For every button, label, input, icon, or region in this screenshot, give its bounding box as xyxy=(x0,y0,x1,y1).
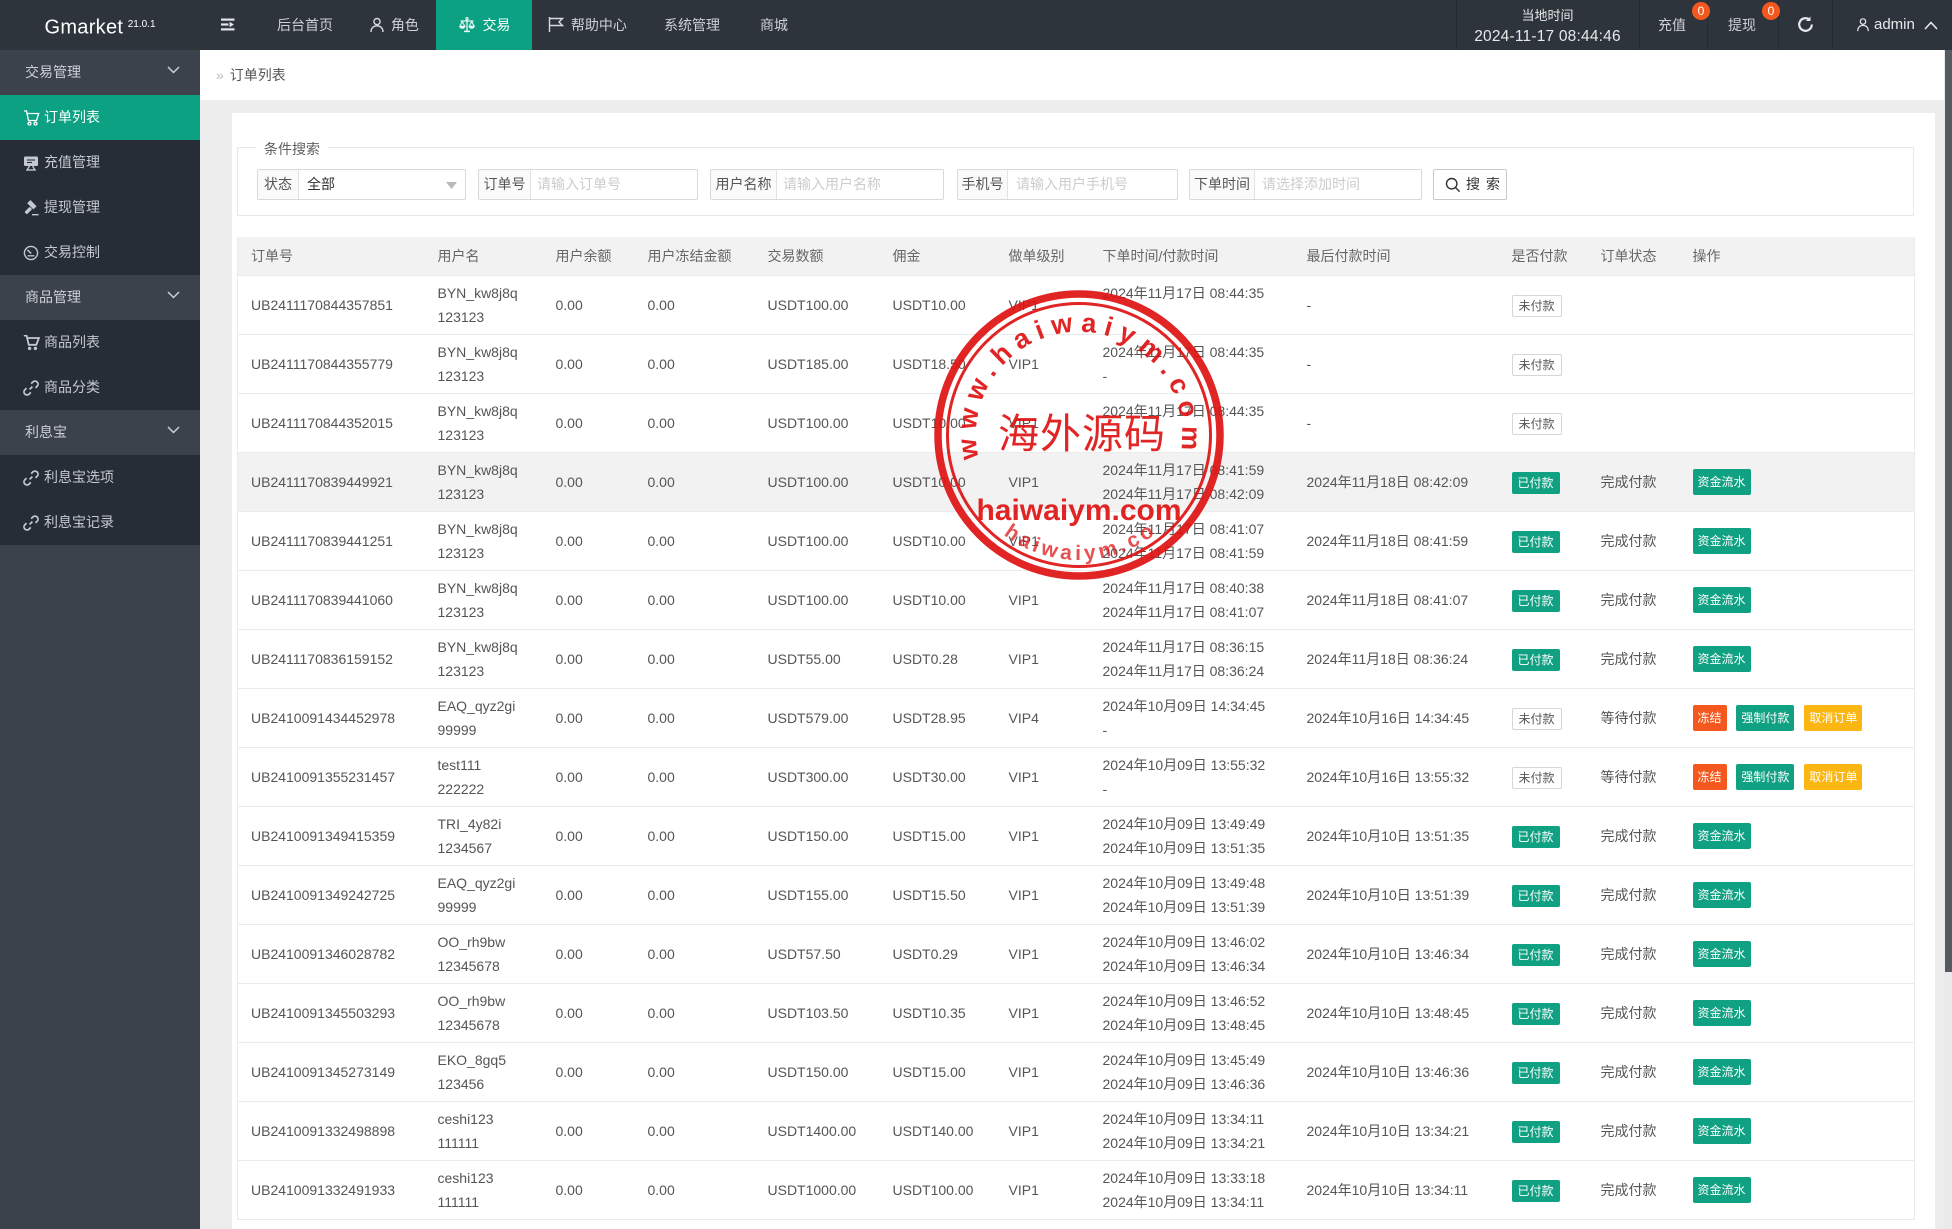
svg-text:海外源码: 海外源码 xyxy=(998,411,1166,457)
svg-text:haiwaiym.com: haiwaiym.com xyxy=(976,494,1181,527)
